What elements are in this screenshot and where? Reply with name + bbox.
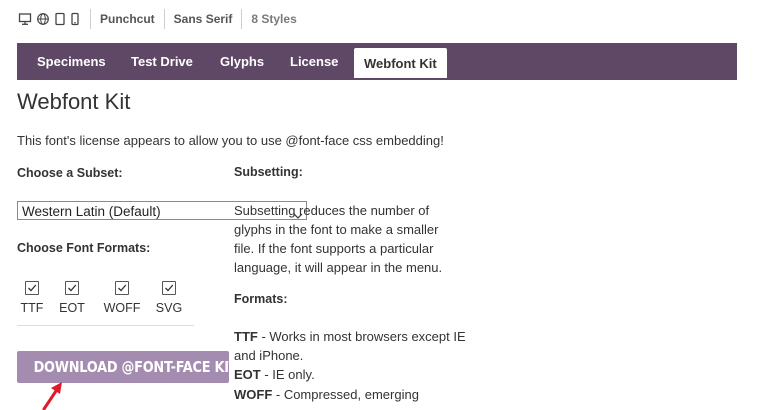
font-category[interactable]: Sans Serif bbox=[165, 9, 243, 29]
format-checkboxes: TTF EOT WOFF SVG bbox=[17, 281, 194, 326]
eot-text: - IE only. bbox=[260, 367, 315, 382]
eot-term: EOT bbox=[234, 367, 261, 382]
ttf-description: TTF - Works in most browsers except IE bbox=[234, 327, 466, 346]
ttf-description-cont: and iPhone. bbox=[234, 348, 304, 363]
woff-checkbox[interactable] bbox=[115, 281, 129, 295]
subsetting-heading: Subsetting: bbox=[234, 165, 303, 179]
woff-label: WOFF bbox=[103, 301, 141, 315]
tab-bar: Specimens Test Drive Glyphs License Webf… bbox=[17, 43, 737, 80]
page-title: Webfont Kit bbox=[17, 89, 131, 114]
license-notice: This font's license appears to allow you… bbox=[17, 133, 444, 148]
checkmark-icon bbox=[68, 284, 77, 292]
format-eot: EOT bbox=[57, 281, 87, 315]
subsetting-line-4: language, it will appear in the menu. bbox=[234, 260, 443, 275]
eot-checkbox[interactable] bbox=[65, 281, 79, 295]
style-count[interactable]: 8 Styles bbox=[242, 9, 305, 29]
woff-term: WOFF bbox=[234, 387, 273, 402]
woff-text: - Compressed, emerging bbox=[272, 387, 419, 402]
tab-specimens[interactable]: Specimens bbox=[37, 43, 106, 80]
checkmark-icon bbox=[165, 284, 174, 292]
ttf-term: TTF bbox=[234, 329, 258, 344]
eot-label: EOT bbox=[59, 301, 85, 315]
formats-heading: Formats: bbox=[234, 292, 288, 306]
tab-webfont-kit[interactable]: Webfont Kit bbox=[354, 48, 447, 78]
svg-checkbox[interactable] bbox=[162, 281, 176, 295]
subset-select-value: Western Latin (Default) bbox=[22, 204, 161, 219]
desktop-icon[interactable] bbox=[18, 12, 32, 26]
svg-label: SVG bbox=[155, 301, 183, 315]
subsetting-line-1: Subsetting reduces the number of bbox=[234, 203, 430, 218]
tablet-icon[interactable] bbox=[54, 12, 66, 26]
ttf-checkbox[interactable] bbox=[25, 281, 39, 295]
device-preview-icons bbox=[18, 9, 91, 29]
ttf-text: - Works in most browsers except IE bbox=[257, 329, 466, 344]
woff-description: WOFF - Compressed, emerging bbox=[234, 385, 419, 404]
checkmark-icon bbox=[28, 284, 37, 292]
top-bar: Punchcut Sans Serif 8 Styles bbox=[18, 9, 306, 29]
phone-icon[interactable] bbox=[70, 12, 80, 26]
download-kit-button[interactable]: DOWNLOAD @FONT-FACE KIT bbox=[17, 351, 238, 383]
subsetting-line-2: glyphs in the font to make a smaller bbox=[234, 222, 439, 237]
subsetting-line-3: file. If the font supports a particular bbox=[234, 241, 434, 256]
red-arrow-icon bbox=[42, 382, 62, 410]
font-name[interactable]: Punchcut bbox=[91, 9, 165, 29]
tab-test-drive[interactable]: Test Drive bbox=[131, 43, 193, 80]
tab-license[interactable]: License bbox=[290, 43, 338, 80]
ttf-label: TTF bbox=[20, 301, 44, 315]
subset-label: Choose a Subset: bbox=[17, 166, 123, 180]
checkmark-icon bbox=[118, 284, 127, 292]
format-woff: WOFF bbox=[102, 281, 142, 315]
format-svg: SVG bbox=[154, 281, 184, 315]
format-ttf: TTF bbox=[17, 281, 47, 315]
tab-glyphs[interactable]: Glyphs bbox=[220, 43, 264, 80]
formats-label: Choose Font Formats: bbox=[17, 241, 151, 255]
download-kit-label: DOWNLOAD @FONT-FACE KIT bbox=[33, 358, 238, 376]
globe-icon[interactable] bbox=[36, 12, 50, 26]
eot-description: EOT - IE only. bbox=[234, 365, 315, 384]
